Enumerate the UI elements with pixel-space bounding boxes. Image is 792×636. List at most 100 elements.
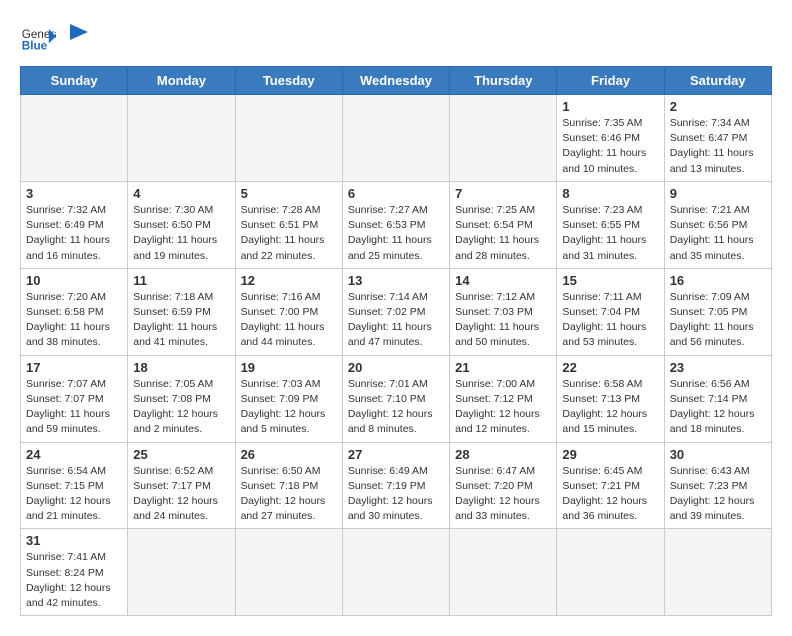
day-info: Sunrise: 6:47 AM Sunset: 7:20 PM Dayligh… [455,464,551,525]
day-info: Sunrise: 7:16 AM Sunset: 7:00 PM Dayligh… [241,290,337,351]
calendar-day-cell: 16Sunrise: 7:09 AM Sunset: 7:05 PM Dayli… [664,268,771,355]
weekday-header-sunday: Sunday [21,67,128,95]
day-number: 12 [241,273,337,288]
calendar-day-cell: 22Sunrise: 6:58 AM Sunset: 7:13 PM Dayli… [557,355,664,442]
day-info: Sunrise: 7:00 AM Sunset: 7:12 PM Dayligh… [455,377,551,438]
calendar-day-cell: 21 Sunrise: 7:00 AM Sunset: 7:12 PM Dayli… [450,355,557,442]
calendar-day-cell: 2 Sunrise: 7:34 AM Sunset: 6:47 PM Daylig… [664,95,771,182]
day-number: 2 [670,99,766,114]
day-info: Sunrise: 7:07 AM Sunset: 7:07 PM Dayligh… [26,377,122,438]
calendar-day-cell: 1 Sunrise: 7:35 AM Sunset: 6:46 PM Daylig… [557,95,664,182]
day-info: Sunrise: 7:25 AM Sunset: 6:54 PM Dayligh… [455,203,551,264]
day-number: 29 [562,447,658,462]
day-info: Sunrise: 7:05 AM Sunset: 7:08 PM Dayligh… [133,377,229,438]
day-number: 6 [348,186,444,201]
calendar-day-cell [450,95,557,182]
day-info: Sunrise: 7:09 AM Sunset: 7:05 PM Dayligh… [670,290,766,351]
calendar-day-cell [342,95,449,182]
calendar-day-cell [450,529,557,616]
weekday-header-tuesday: Tuesday [235,67,342,95]
weekday-header-saturday: Saturday [664,67,771,95]
day-info: Sunrise: 7:34 AM Sunset: 6:47 PM Dayligh… [670,116,766,177]
calendar-day-cell: 19Sunrise: 7:03 AM Sunset: 7:09 PM Dayli… [235,355,342,442]
day-info: Sunrise: 6:49 AM Sunset: 7:19 PM Dayligh… [348,464,444,525]
day-number: 18 [133,360,229,375]
day-number: 5 [241,186,337,201]
day-info: Sunrise: 7:30 AM Sunset: 6:50 PM Dayligh… [133,203,229,264]
day-number: 28 [455,447,551,462]
day-number: 20 [348,360,444,375]
calendar-day-cell: 12 Sunrise: 7:16 AM Sunset: 7:00 PM Dayli… [235,268,342,355]
day-info: Sunrise: 7:27 AM Sunset: 6:53 PM Dayligh… [348,203,444,264]
calendar-week-row: 31 Sunrise: 7:41 AM Sunset: 8:24 PM Dayli… [21,529,772,616]
day-info: Sunrise: 7:41 AM Sunset: 8:24 PM Dayligh… [26,550,122,611]
day-info: Sunrise: 6:43 AM Sunset: 7:23 PM Dayligh… [670,464,766,525]
day-number: 22 [562,360,658,375]
weekday-header-monday: Monday [128,67,235,95]
day-info: Sunrise: 7:18 AM Sunset: 6:59 PM Dayligh… [133,290,229,351]
calendar-day-cell [21,95,128,182]
calendar-day-cell: 23 Sunrise: 6:56 AM Sunset: 7:14 PM Dayli… [664,355,771,442]
logo-flag-icon [60,20,88,48]
calendar-day-cell: 3 Sunrise: 7:32 AM Sunset: 6:49 PM Daylig… [21,181,128,268]
day-number: 21 [455,360,551,375]
logo: General Blue [20,20,88,56]
calendar-day-cell: 14 Sunrise: 7:12 AM Sunset: 7:03 PM Dayli… [450,268,557,355]
calendar-day-cell [128,95,235,182]
calendar-day-cell: 27 Sunrise: 6:49 AM Sunset: 7:19 PM Dayli… [342,442,449,529]
calendar-day-cell [342,529,449,616]
day-number: 7 [455,186,551,201]
calendar-day-cell: 8Sunrise: 7:23 AM Sunset: 6:55 PM Daylig… [557,181,664,268]
day-info: Sunrise: 6:54 AM Sunset: 7:15 PM Dayligh… [26,464,122,525]
day-info: Sunrise: 6:50 AM Sunset: 7:18 PM Dayligh… [241,464,337,525]
day-number: 4 [133,186,229,201]
calendar-week-row: 1 Sunrise: 7:35 AM Sunset: 6:46 PM Daylig… [21,95,772,182]
day-number: 15 [562,273,658,288]
calendar-day-cell: 15 Sunrise: 7:11 AM Sunset: 7:04 PM Dayli… [557,268,664,355]
day-number: 9 [670,186,766,201]
calendar-day-cell: 28 Sunrise: 6:47 AM Sunset: 7:20 PM Dayli… [450,442,557,529]
weekday-header-thursday: Thursday [450,67,557,95]
day-number: 1 [562,99,658,114]
day-number: 24 [26,447,122,462]
day-number: 10 [26,273,122,288]
calendar-week-row: 3 Sunrise: 7:32 AM Sunset: 6:49 PM Daylig… [21,181,772,268]
calendar-day-cell [128,529,235,616]
calendar-day-cell: 7 Sunrise: 7:25 AM Sunset: 6:54 PM Daylig… [450,181,557,268]
weekday-header-friday: Friday [557,67,664,95]
calendar-header-row: SundayMondayTuesdayWednesdayThursdayFrid… [21,67,772,95]
day-number: 8 [562,186,658,201]
day-info: Sunrise: 7:35 AM Sunset: 6:46 PM Dayligh… [562,116,658,177]
calendar-day-cell: 6 Sunrise: 7:27 AM Sunset: 6:53 PM Daylig… [342,181,449,268]
day-number: 14 [455,273,551,288]
day-info: Sunrise: 7:11 AM Sunset: 7:04 PM Dayligh… [562,290,658,351]
day-number: 31 [26,533,122,548]
calendar-day-cell: 20Sunrise: 7:01 AM Sunset: 7:10 PM Dayli… [342,355,449,442]
day-number: 3 [26,186,122,201]
day-info: Sunrise: 7:14 AM Sunset: 7:02 PM Dayligh… [348,290,444,351]
calendar-day-cell [235,95,342,182]
calendar-table: SundayMondayTuesdayWednesdayThursdayFrid… [20,66,772,616]
day-number: 11 [133,273,229,288]
calendar-day-cell: 5 Sunrise: 7:28 AM Sunset: 6:51 PM Daylig… [235,181,342,268]
day-number: 27 [348,447,444,462]
page-header: General Blue [20,20,772,56]
day-info: Sunrise: 7:32 AM Sunset: 6:49 PM Dayligh… [26,203,122,264]
day-info: Sunrise: 7:20 AM Sunset: 6:58 PM Dayligh… [26,290,122,351]
calendar-week-row: 10 Sunrise: 7:20 AM Sunset: 6:58 PM Dayli… [21,268,772,355]
day-number: 17 [26,360,122,375]
day-info: Sunrise: 7:12 AM Sunset: 7:03 PM Dayligh… [455,290,551,351]
day-info: Sunrise: 7:28 AM Sunset: 6:51 PM Dayligh… [241,203,337,264]
calendar-day-cell [664,529,771,616]
day-info: Sunrise: 7:21 AM Sunset: 6:56 PM Dayligh… [670,203,766,264]
day-number: 26 [241,447,337,462]
svg-text:Blue: Blue [22,40,48,53]
day-number: 13 [348,273,444,288]
calendar-day-cell: 24 Sunrise: 6:54 AM Sunset: 7:15 PM Dayli… [21,442,128,529]
day-info: Sunrise: 6:56 AM Sunset: 7:14 PM Dayligh… [670,377,766,438]
calendar-day-cell [235,529,342,616]
calendar-day-cell: 13 Sunrise: 7:14 AM Sunset: 7:02 PM Dayli… [342,268,449,355]
day-number: 23 [670,360,766,375]
calendar-day-cell: 25Sunrise: 6:52 AM Sunset: 7:17 PM Dayli… [128,442,235,529]
day-number: 19 [241,360,337,375]
